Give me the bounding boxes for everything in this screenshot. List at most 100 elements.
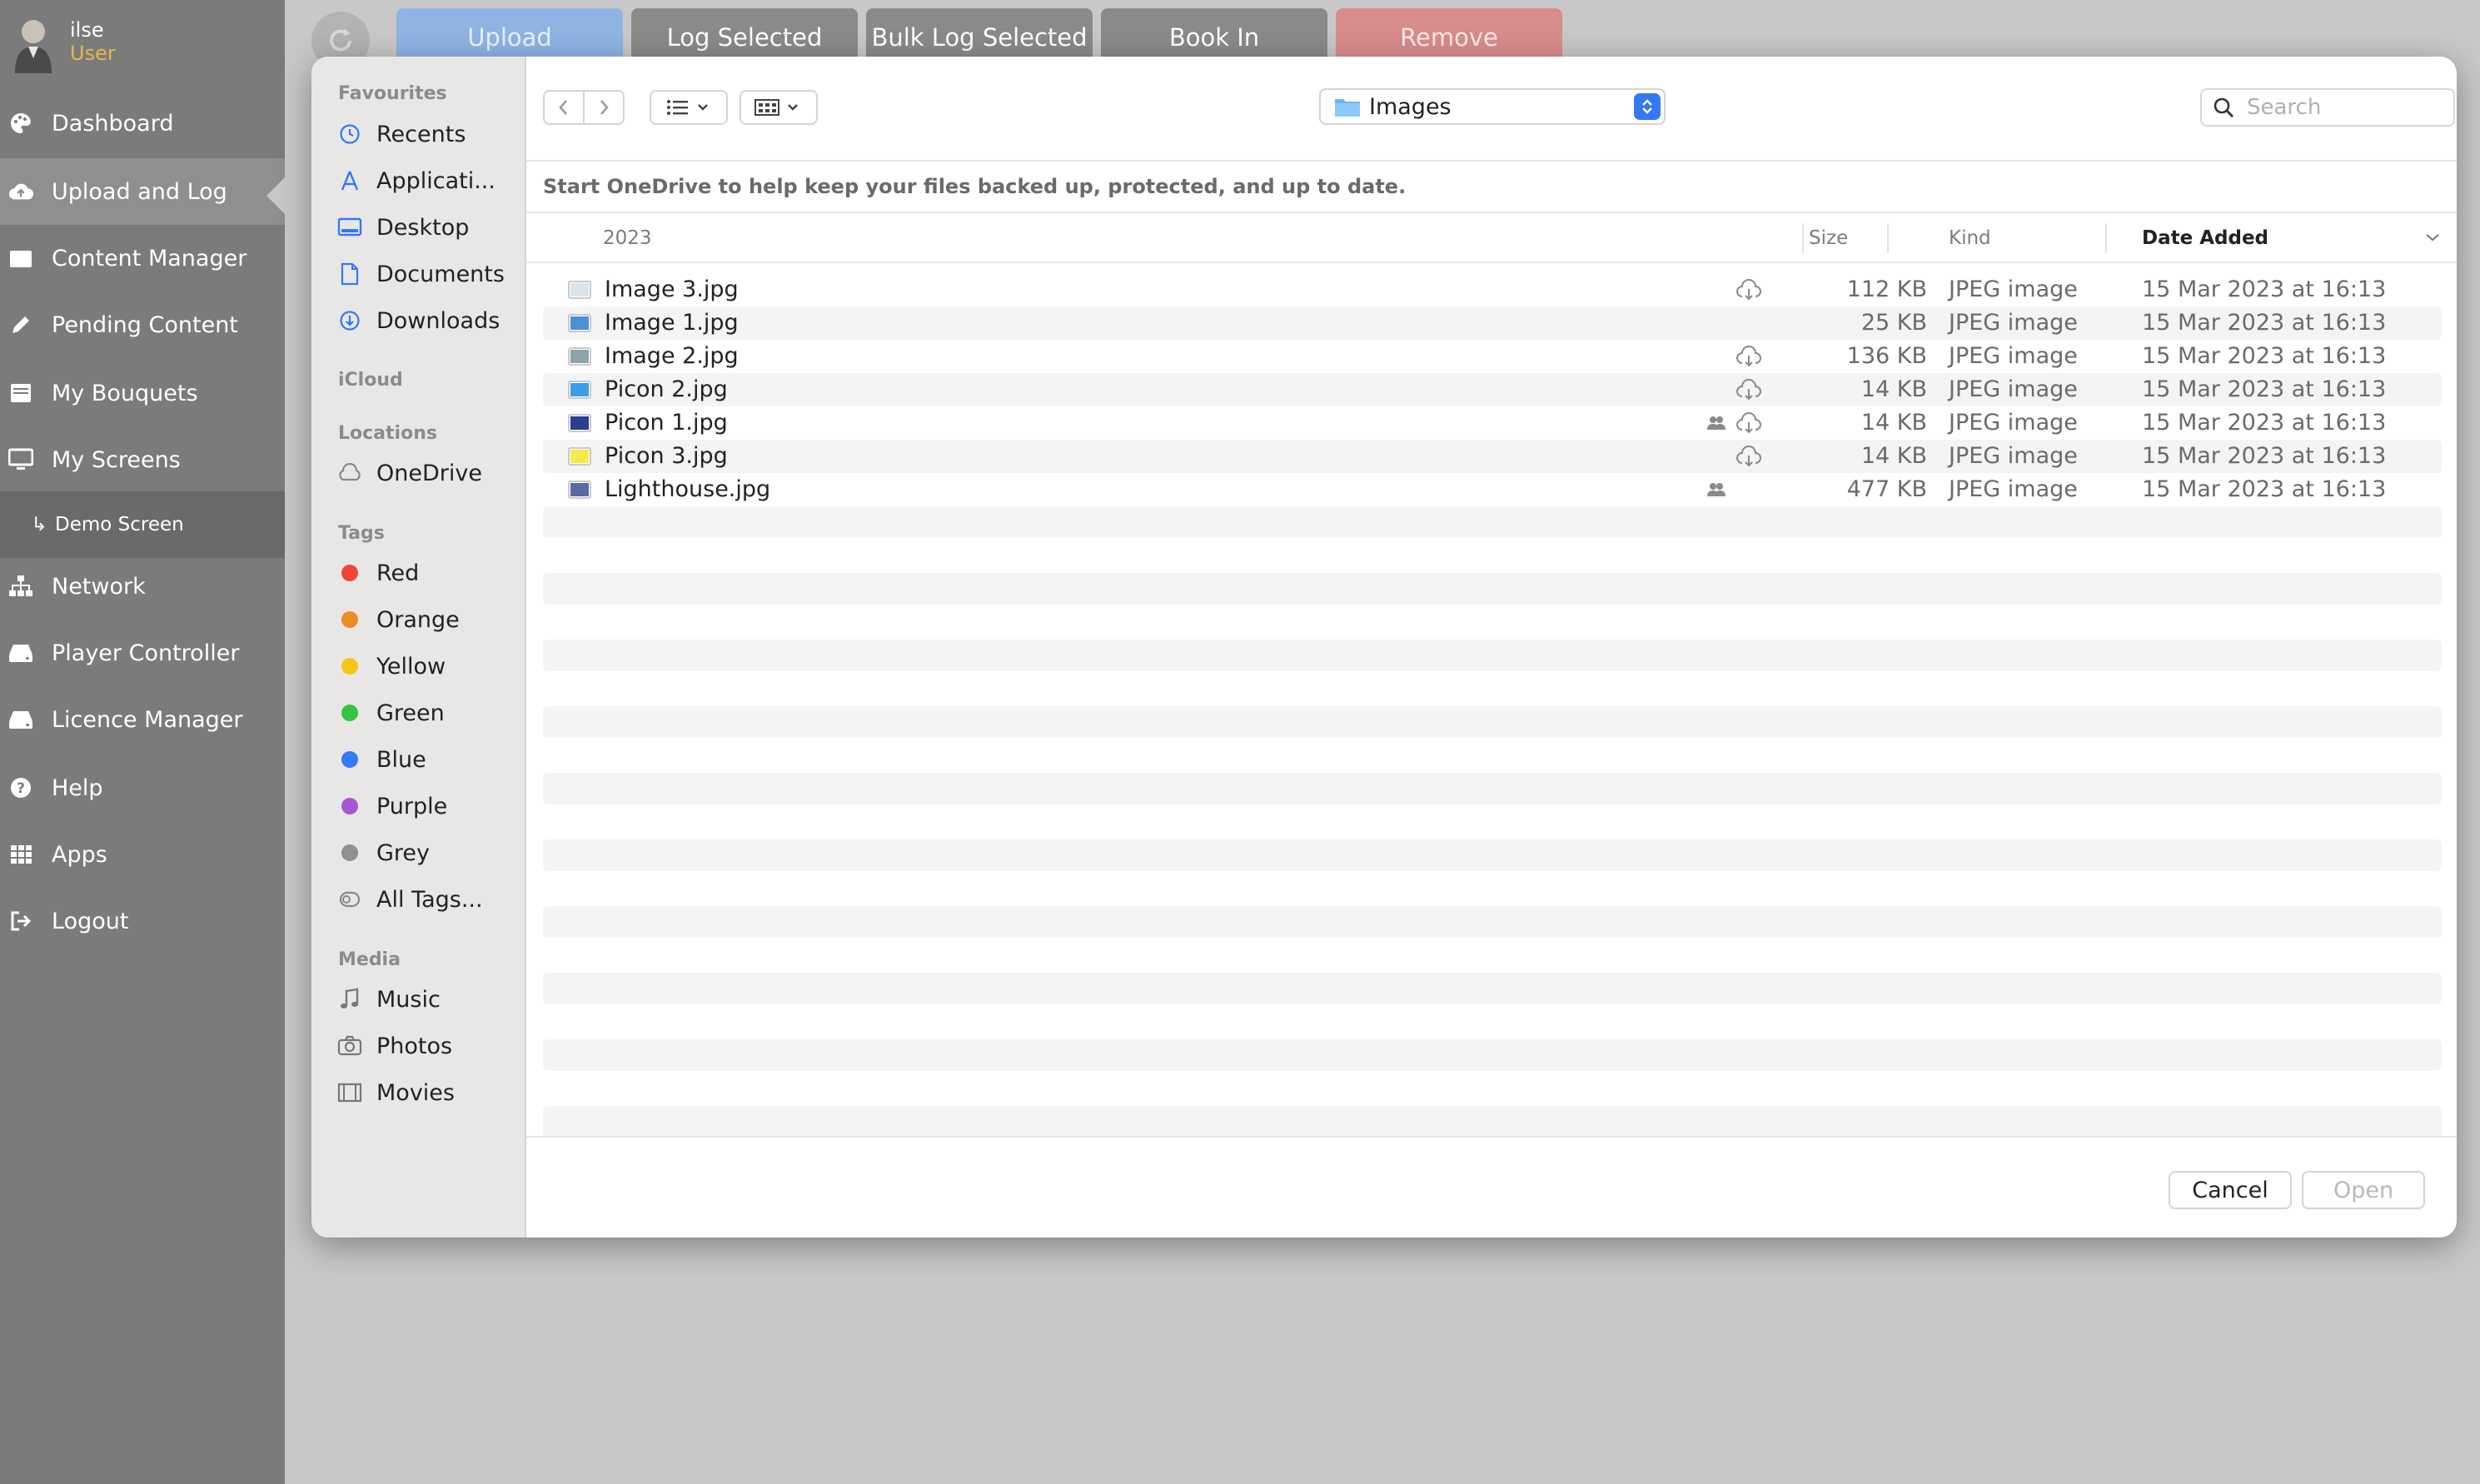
- tag-dot-icon: [336, 793, 363, 819]
- cloud-download-icon[interactable]: [1736, 445, 1762, 468]
- file-row[interactable]: Lighthouse.jpg 477 KB JPEG image 15 Mar 202…: [543, 473, 2442, 506]
- sidebar-item-music[interactable]: Music: [336, 981, 441, 1018]
- sidebar-item-documents[interactable]: Documents: [336, 256, 505, 292]
- column-kind[interactable]: Kind: [1949, 215, 1991, 261]
- forward-button[interactable]: [583, 90, 625, 125]
- sidebar-item-downloads[interactable]: Downloads: [336, 302, 500, 339]
- tag-yellow[interactable]: Yellow: [336, 648, 446, 685]
- sidebar-item-desktop[interactable]: Desktop: [336, 209, 469, 246]
- tag-red[interactable]: Red: [336, 555, 419, 591]
- file-size: 136 KB: [1846, 343, 1927, 369]
- sidebar-item-movies[interactable]: Movies: [336, 1074, 455, 1111]
- sidebar-item-onedrive[interactable]: OneDrive: [336, 455, 482, 491]
- location-stepper[interactable]: [1634, 93, 1661, 120]
- empty-row: [543, 706, 2442, 738]
- image-file-icon: [568, 414, 591, 432]
- cloud-download-icon[interactable]: [1736, 278, 1762, 301]
- open-button[interactable]: Open: [2302, 1171, 2425, 1209]
- section-tags: Tags: [338, 523, 385, 544]
- file-row[interactable]: Picon 1.jpg 14 KB JPEG image 15 Mar 2023 at…: [543, 406, 2442, 440]
- folder-icon: [8, 246, 33, 271]
- nav-item-player-controller[interactable]: Player Controller: [0, 620, 285, 686]
- tag-orange[interactable]: Orange: [336, 601, 460, 638]
- image-file-icon: [568, 281, 591, 299]
- view-mode-button[interactable]: [650, 90, 728, 125]
- tag-blue[interactable]: Blue: [336, 741, 426, 778]
- nav-item-help[interactable]: ? Help: [0, 754, 285, 821]
- tag-green[interactable]: Green: [336, 695, 445, 731]
- column-date-added[interactable]: Date Added: [2142, 215, 2268, 261]
- nav-item-label: Licence Manager: [52, 706, 243, 733]
- nav-item-pending-content[interactable]: Pending Content: [0, 291, 285, 358]
- sidebar-item-applicati[interactable]: Applicati...: [336, 162, 496, 199]
- image-file-icon: [568, 447, 591, 466]
- column-size[interactable]: Size: [1809, 215, 1848, 261]
- nav-item-label: Content Manager: [52, 245, 247, 271]
- cancel-button[interactable]: Cancel: [2169, 1171, 2292, 1209]
- file-row[interactable]: Picon 2.jpg 14 KB JPEG image 15 Mar 2023 at…: [543, 373, 2442, 406]
- nav-item-label: Player Controller: [52, 640, 240, 666]
- sort-chevron-icon[interactable]: [2425, 232, 2440, 243]
- tag-dot-icon: [336, 653, 363, 680]
- file-name: Image 1.jpg: [605, 310, 739, 336]
- group-by-button[interactable]: [740, 90, 818, 125]
- section-favourites: Favourites: [338, 83, 447, 104]
- file-kind: JPEG image: [1949, 376, 2078, 402]
- sidebar-item-label: Applicati...: [376, 167, 496, 194]
- hdd-icon: [8, 707, 33, 732]
- file-date-added: 15 Mar 2023 at 16:13: [2142, 410, 2387, 436]
- cloud-download-icon[interactable]: [1736, 378, 1762, 401]
- nav-item-upload-and-log[interactable]: Upload and Log: [0, 158, 285, 225]
- nav-item-label: Logout: [52, 908, 129, 934]
- nav-item-logout[interactable]: Logout: [0, 888, 285, 954]
- nav-item-demo-screen[interactable]: ↳ Demo Screen: [0, 491, 285, 558]
- dialog-main: Images Start OneDrive to help keep your …: [526, 57, 2457, 1237]
- cloud-download-icon[interactable]: [1736, 345, 1762, 368]
- folder-icon: [1335, 99, 1360, 117]
- section-locations: Locations: [338, 423, 437, 444]
- nav-item-my-screens[interactable]: My Screens: [0, 426, 285, 493]
- user-role: User: [70, 42, 116, 65]
- file-date-added: 15 Mar 2023 at 16:13: [2142, 276, 2387, 302]
- nav-item-licence-manager[interactable]: Licence Manager: [0, 686, 285, 753]
- file-row[interactable]: Image 1.jpg 25 KB JPEG image 15 Mar 2023 at…: [543, 306, 2442, 340]
- tag-grey[interactable]: Grey: [336, 834, 430, 871]
- user-name: ilse: [70, 18, 104, 42]
- chevron-left-icon: [559, 100, 567, 115]
- sidebar-item-label: Downloads: [376, 307, 500, 334]
- footer-divider: [526, 1136, 2457, 1138]
- file-row[interactable]: Picon 3.jpg 14 KB JPEG image 15 Mar 2023 at…: [543, 440, 2442, 473]
- dialog-toolbar: Images: [526, 57, 2457, 162]
- sidebar-item-photos[interactable]: Photos: [336, 1028, 452, 1064]
- file-kind: JPEG image: [1949, 410, 2078, 436]
- file-row[interactable]: Image 2.jpg 136 KB JPEG image 15 Mar 2023 a…: [543, 340, 2442, 373]
- search-box[interactable]: [2200, 88, 2455, 127]
- tag-dot-icon: [336, 606, 363, 633]
- tag-dot-icon: [336, 746, 363, 773]
- tag-purple[interactable]: Purple: [336, 788, 447, 824]
- user-block: ilse User: [0, 0, 285, 83]
- nav-item-my-bouquets[interactable]: My Bouquets: [0, 360, 285, 426]
- sidebar-item-all-tags[interactable]: All Tags...: [336, 881, 483, 918]
- cloud-download-icon[interactable]: [1736, 411, 1762, 435]
- chevron-right-icon: [600, 100, 609, 115]
- sidebar-item-label: Blue: [376, 746, 426, 773]
- file-name: Picon 2.jpg: [605, 376, 728, 402]
- avatar: [15, 20, 52, 73]
- location-popup[interactable]: Images: [1319, 88, 1666, 125]
- sidebar-item-label: Photos: [376, 1033, 453, 1059]
- file-row[interactable]: Image 3.jpg 112 KB JPEG image 15 Mar 2023 a…: [543, 273, 2442, 306]
- nav-item-label: Dashboard: [52, 110, 174, 137]
- nav-item-dashboard[interactable]: Dashboard: [0, 90, 285, 157]
- shared-people-icon: [1707, 416, 1726, 430]
- nav-item-content-manager[interactable]: Content Manager: [0, 225, 285, 291]
- sidebar-item-recents[interactable]: Recents: [336, 116, 466, 152]
- back-button[interactable]: [543, 90, 585, 125]
- search-input[interactable]: [2245, 94, 2432, 121]
- file-open-dialog: Favourites Recents Applicati... Desktop Docu…: [311, 57, 2457, 1237]
- tag-outline-icon: [336, 886, 363, 913]
- onedrive-banner: Start OneDrive to help keep your files b…: [526, 162, 2457, 213]
- up-down-chevron-icon: [1642, 99, 1652, 114]
- nav-item-apps[interactable]: Apps: [0, 821, 285, 888]
- nav-item-network[interactable]: Network: [0, 553, 285, 620]
